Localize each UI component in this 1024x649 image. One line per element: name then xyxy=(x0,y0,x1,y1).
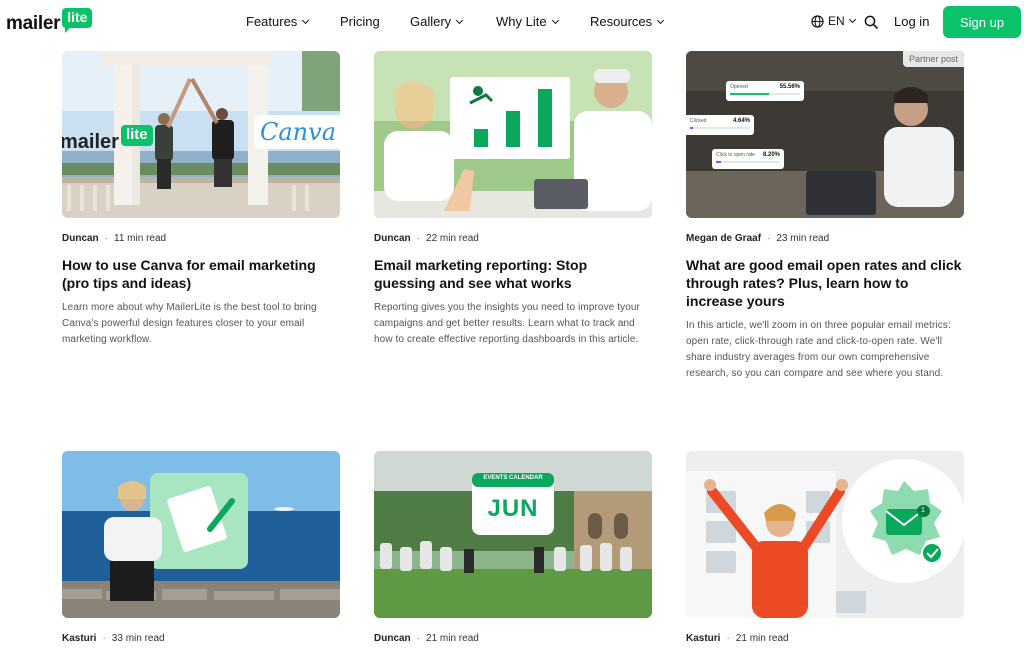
nav-why-lite-label: Why Lite xyxy=(496,14,547,29)
logo-badge: lite xyxy=(62,8,93,33)
canva-logo: Canva xyxy=(254,115,340,149)
signup-button[interactable]: Sign up xyxy=(943,6,1021,38)
article-thumbnail[interactable]: Partner post Opened 55.56% Clicked 4.64%… xyxy=(686,51,964,218)
logo-text: mailer xyxy=(6,13,61,34)
site-header: mailer lite Features Pricing Gallery Why… xyxy=(0,0,1024,44)
events-calendar-banner: EVENTS CALENDAR xyxy=(483,475,543,481)
stat-card-opened: Opened 55.56% xyxy=(726,81,804,101)
article-card-canva[interactable]: mailer lite Canva Duncan · 11 min read H… xyxy=(62,51,340,348)
article-excerpt: Learn more about why MailerLite is the b… xyxy=(62,302,317,345)
nav-features-label: Features xyxy=(246,14,298,29)
stat-bar xyxy=(716,161,722,163)
reporting-hero-image xyxy=(374,51,652,218)
article-meta: Duncan · 21 min read xyxy=(374,632,652,644)
nav-resources[interactable]: Resources xyxy=(590,14,665,29)
article-title[interactable]: Email marketing reporting: Stop guessing… xyxy=(374,256,652,292)
article-thumbnail[interactable]: 1 xyxy=(686,451,964,618)
article-thumbnail[interactable] xyxy=(374,51,652,218)
stat-card-click-to-open: Click to open rate 8.20% xyxy=(712,149,784,169)
search-icon[interactable] xyxy=(864,15,878,29)
meta-separator: · xyxy=(102,632,106,644)
stat-label: Clicked xyxy=(690,118,707,124)
stat-label: Click to open rate xyxy=(716,152,755,158)
article-author: Kasturi xyxy=(62,632,97,644)
nav-pricing[interactable]: Pricing xyxy=(340,14,380,29)
article-author: Duncan xyxy=(62,232,99,244)
thumb-mailerlite-logo: mailer lite xyxy=(62,125,153,154)
nav-gallery[interactable]: Gallery xyxy=(410,14,464,29)
article-author: Duncan xyxy=(374,232,411,244)
meta-separator: · xyxy=(726,632,730,644)
article-meta: Kasturi · 33 min read xyxy=(62,632,340,644)
calendar-month: JUN xyxy=(487,495,539,522)
chevron-down-icon xyxy=(302,16,310,24)
article-meta: Megan de Graaf · 23 min read xyxy=(686,232,964,244)
article-excerpt: In this article, we'll zoom in on three … xyxy=(686,320,951,379)
article-read-time: 21 min read xyxy=(735,632,789,644)
article-read-time: 21 min read xyxy=(426,632,479,644)
stat-card-clicked: Clicked 4.64% xyxy=(686,115,754,135)
language-selector[interactable]: EN xyxy=(811,14,856,28)
stat-bar xyxy=(690,127,693,129)
partner-post-badge: Partner post xyxy=(902,51,964,67)
article-read-time: 22 min read xyxy=(426,232,479,244)
chevron-down-icon xyxy=(456,16,464,24)
article-card-reporting[interactable]: Duncan · 22 min read Email marketing rep… xyxy=(374,51,652,348)
canva-logo-text: Canva xyxy=(260,118,336,146)
article-thumbnail[interactable]: EVENTS CALENDAR JUN xyxy=(374,451,652,618)
thumb-logo-badge: lite xyxy=(120,125,153,146)
article-thumbnail[interactable]: mailer lite Canva xyxy=(62,51,340,218)
meta-separator: · xyxy=(416,232,421,244)
article-author: Duncan xyxy=(374,632,411,644)
article-meta: Duncan · 11 min read xyxy=(62,232,340,244)
mailerlite-logo[interactable]: mailer lite xyxy=(6,8,93,35)
meta-separator: · xyxy=(767,232,771,244)
article-title[interactable]: What are good email open rates and click… xyxy=(686,256,964,310)
article-read-time: 23 min read xyxy=(776,232,830,244)
thumb-logo-text: mailer xyxy=(62,131,119,153)
globe-icon xyxy=(811,14,824,28)
article-card-kasturi-1[interactable]: Kasturi · 33 min read xyxy=(62,451,340,644)
article-card-open-rates[interactable]: Partner post Opened 55.56% Clicked 4.64%… xyxy=(686,51,964,382)
nav-features[interactable]: Features xyxy=(246,14,310,29)
article-author: Kasturi xyxy=(686,632,721,644)
nav-gallery-label: Gallery xyxy=(410,14,452,29)
article-thumbnail[interactable] xyxy=(62,451,340,618)
nav-pricing-label: Pricing xyxy=(340,14,380,29)
article-excerpt: Reporting gives you the insights you nee… xyxy=(374,302,640,345)
article-meta: Kasturi · 21 min read xyxy=(686,632,964,644)
stat-label: Opened xyxy=(730,84,748,90)
article-title[interactable]: How to use Canva for email marketing (pr… xyxy=(62,256,340,292)
article-card-kasturi-2[interactable]: 1 Kasturi · 21 min read xyxy=(686,451,964,644)
nav-why-lite[interactable]: Why Lite xyxy=(496,14,559,29)
nav-resources-label: Resources xyxy=(590,14,653,29)
article-author: Megan de Graaf xyxy=(686,232,762,244)
writing-hero-image xyxy=(62,451,340,618)
stat-bar xyxy=(730,93,770,95)
meta-separator: · xyxy=(416,632,421,644)
celebration-hero-image xyxy=(686,451,964,618)
language-label: EN xyxy=(828,14,845,28)
login-link[interactable]: Log in xyxy=(894,14,929,29)
article-read-time: 33 min read xyxy=(111,632,165,644)
notification-badge: 1 xyxy=(917,505,929,517)
article-card-events[interactable]: EVENTS CALENDAR JUN Duncan · 21 min read xyxy=(374,451,652,644)
chevron-down-icon xyxy=(848,15,856,24)
article-read-time: 11 min read xyxy=(114,232,167,244)
stat-value: 55.56% xyxy=(779,84,800,90)
stat-value: 4.64% xyxy=(732,118,750,124)
chevron-down-icon xyxy=(551,16,559,24)
article-meta: Duncan · 22 min read xyxy=(374,232,652,244)
meta-separator: · xyxy=(104,232,109,244)
stat-value: 8.20% xyxy=(762,152,780,158)
chevron-down-icon xyxy=(657,16,665,24)
